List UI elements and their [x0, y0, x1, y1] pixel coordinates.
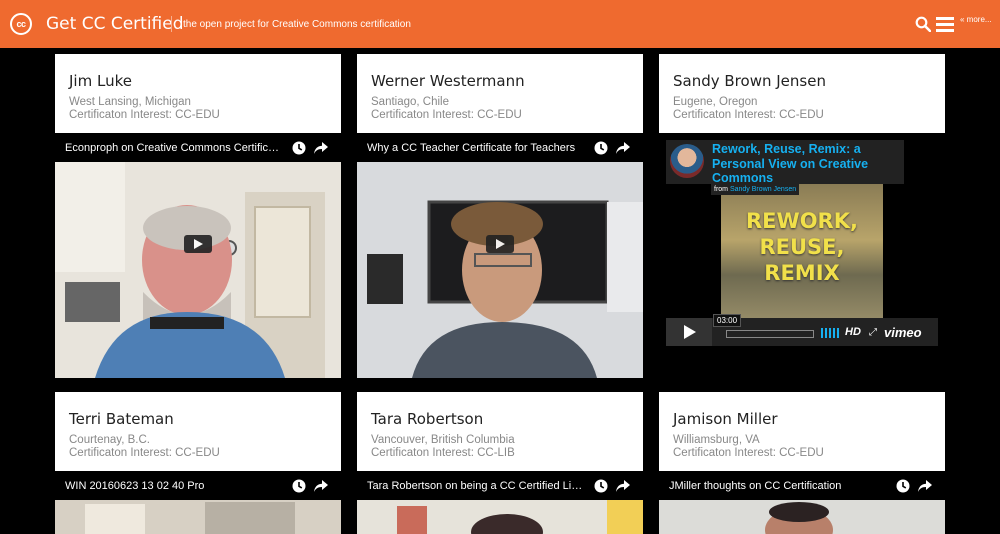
person-location: Eugene, Oregon	[673, 96, 758, 108]
video-frame-image	[55, 162, 341, 378]
watch-later-clock-icon[interactable]	[594, 141, 608, 155]
person-interest: Certificaton Interest: CC-EDU	[69, 109, 220, 121]
share-arrow-icon[interactable]	[917, 479, 932, 493]
person-info-panel: Jamison Miller Williamsburg, VA Certific…	[659, 392, 945, 471]
cc-logo-icon[interactable]: cc	[10, 13, 32, 35]
person-info-panel: Jim Luke West Lansing, Michigan Certific…	[55, 54, 341, 133]
person-interest: Certificaton Interest: CC-EDU	[371, 109, 522, 121]
vimeo-video-poster[interactable]: REWORK, REUSE, REMIX	[721, 184, 883, 324]
person-location: Santiago, Chile	[371, 96, 449, 108]
video-title-bar: Why a CC Teacher Certificate for Teacher…	[357, 138, 643, 162]
watch-later-clock-icon[interactable]	[292, 141, 306, 155]
from-label: from	[714, 186, 728, 193]
poster-title-text: REWORK, REUSE, REMIX	[746, 209, 858, 285]
vimeo-player-controls: 03:00 HD ⤢ vimeo	[666, 314, 938, 346]
person-info-panel: Sandy Brown Jensen Eugene, Oregon Certif…	[659, 54, 945, 133]
progress-track[interactable]	[726, 330, 814, 338]
video-title-bar: Tara Robertson on being a CC Certified L…	[357, 476, 643, 500]
video-title-link[interactable]: JMiller thoughts on CC Certification	[669, 480, 887, 492]
person-location: West Lansing, Michigan	[69, 96, 191, 108]
person-info-panel: Werner Westermann Santiago, Chile Certif…	[357, 54, 643, 133]
person-interest: Certificaton Interest: CC-EDU	[673, 447, 824, 459]
video-title-bar: Econproph on Creative Commons Certificat…	[55, 138, 341, 162]
watch-later-clock-icon[interactable]	[594, 479, 608, 493]
top-nav-bar: cc Get CC Certified the open project for…	[0, 0, 1000, 48]
person-name: Tara Robertson	[371, 410, 484, 428]
vimeo-logo[interactable]: vimeo	[884, 325, 922, 340]
more-link[interactable]: « more...	[960, 15, 992, 24]
fullscreen-icon[interactable]: ⤢	[869, 327, 877, 338]
video-title-link[interactable]: WIN 20160623 13 02 40 Pro	[65, 480, 283, 492]
person-interest: Certificaton Interest: CC-EDU	[69, 447, 220, 459]
video-title-bar: WIN 20160623 13 02 40 Pro	[55, 476, 341, 500]
video-thumbnail[interactable]	[357, 162, 643, 378]
share-arrow-icon[interactable]	[313, 141, 328, 155]
author-name-link[interactable]: Sandy Brown Jensen	[730, 186, 796, 193]
share-arrow-icon[interactable]	[313, 479, 328, 493]
video-play-button[interactable]	[486, 235, 514, 253]
watch-later-clock-icon[interactable]	[292, 479, 306, 493]
video-duration: 03:00	[713, 314, 742, 327]
video-frame-image	[357, 162, 643, 378]
person-name: Sandy Brown Jensen	[673, 72, 826, 90]
vimeo-video-title-link[interactable]: Rework, Reuse, Remix: a Personal View on…	[712, 142, 902, 186]
person-name: Terri Bateman	[69, 410, 174, 428]
person-name: Werner Westermann	[371, 72, 525, 90]
video-thumbnail[interactable]	[659, 500, 945, 534]
person-info-panel: Tara Robertson Vancouver, British Columb…	[357, 392, 643, 471]
video-title-bar: JMiller thoughts on CC Certification	[659, 476, 945, 500]
watch-later-clock-icon[interactable]	[896, 479, 910, 493]
vimeo-video-header: Rework, Reuse, Remix: a Personal View on…	[666, 140, 904, 186]
video-play-button[interactable]	[184, 235, 212, 253]
video-thumbnail[interactable]	[55, 500, 341, 534]
search-icon[interactable]	[915, 16, 931, 32]
person-interest: Certificaton Interest: CC-LIB	[371, 447, 515, 459]
vimeo-play-button[interactable]	[666, 318, 712, 346]
person-name: Jamison Miller	[673, 410, 778, 428]
person-location: Williamsburg, VA	[673, 434, 760, 446]
person-name: Jim Luke	[69, 72, 132, 90]
site-tagline: the open project for Creative Commons ce…	[183, 19, 411, 30]
person-location: Vancouver, British Columbia	[371, 434, 515, 446]
person-interest: Certificaton Interest: CC-EDU	[673, 109, 824, 121]
hamburger-menu-icon[interactable]	[936, 16, 954, 32]
hd-toggle[interactable]: HD	[845, 326, 861, 338]
header-divider	[171, 16, 172, 32]
video-thumbnail[interactable]	[357, 500, 643, 534]
share-arrow-icon[interactable]	[615, 479, 630, 493]
video-title-link[interactable]: Why a CC Teacher Certificate for Teacher…	[367, 142, 585, 154]
video-title-link[interactable]: Tara Robertson on being a CC Certified L…	[367, 480, 585, 492]
share-arrow-icon[interactable]	[615, 141, 630, 155]
person-info-panel: Terri Bateman Courtenay, B.C. Certificat…	[55, 392, 341, 471]
video-frame-image	[55, 500, 341, 534]
volume-icon[interactable]	[821, 328, 839, 338]
video-thumbnail[interactable]	[55, 162, 341, 378]
video-frame-image	[659, 500, 945, 534]
video-frame-image	[357, 500, 643, 534]
video-title-link[interactable]: Econproph on Creative Commons Certificat…	[65, 142, 283, 154]
author-avatar[interactable]	[670, 144, 704, 178]
site-title[interactable]: Get CC Certified	[46, 14, 184, 34]
person-location: Courtenay, B.C.	[69, 434, 150, 446]
vimeo-author-credit[interactable]: from Sandy Brown Jensen	[711, 184, 800, 195]
